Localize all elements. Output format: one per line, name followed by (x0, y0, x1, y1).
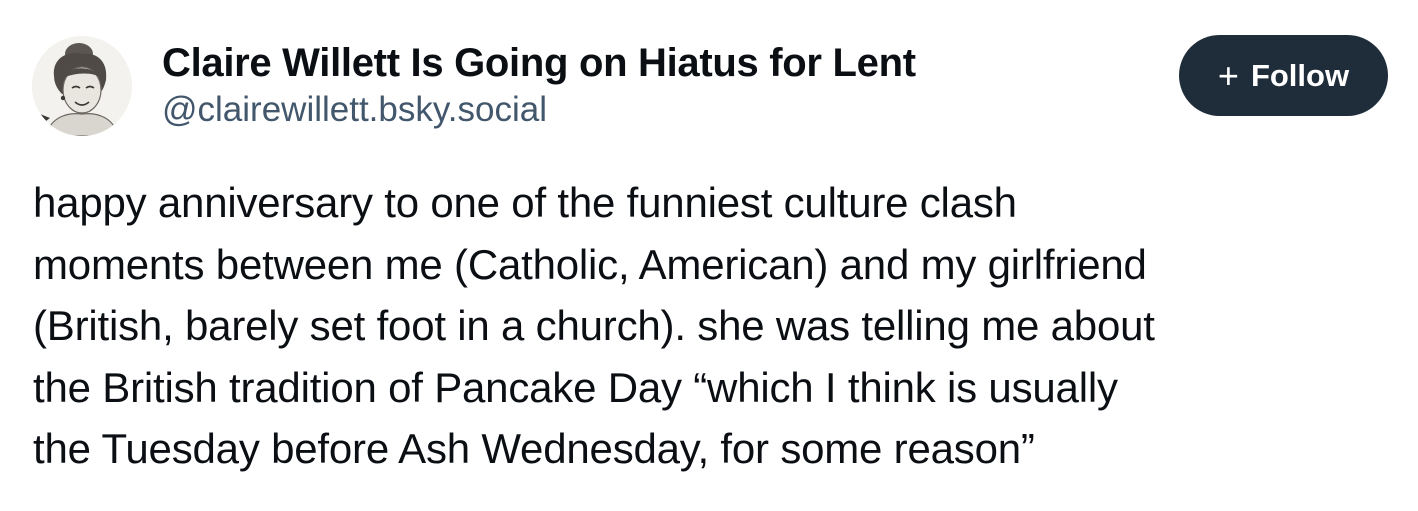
author-display-name[interactable]: Claire Willett Is Going on Hiatus for Le… (162, 40, 916, 86)
author-avatar[interactable] (32, 36, 132, 136)
post-card: Claire Willett Is Going on Hiatus for Le… (0, 0, 1418, 511)
post-text-line: the British tradition of Pancake Day “wh… (33, 363, 1118, 411)
follow-button[interactable]: + Follow (1179, 35, 1388, 116)
post-text-line: (British, barely set foot in a church). … (33, 302, 1155, 349)
post-text-line: the Tuesday before Ash Wednesday, for so… (33, 425, 1035, 472)
post-text-line: happy anniversary to one of the funniest… (33, 179, 1017, 226)
follow-button-label: Follow (1250, 57, 1350, 93)
plus-icon: + (1217, 54, 1239, 96)
post-text-line: moments between me (Catholic, American) … (33, 240, 1147, 288)
author-handle[interactable]: @clairewillett.bsky.social (162, 90, 916, 130)
avatar-illustration-icon (32, 36, 132, 136)
author-info: Claire Willett Is Going on Hiatus for Le… (162, 40, 916, 130)
post-body-text: happy anniversary to one of the funniest… (33, 172, 1403, 480)
